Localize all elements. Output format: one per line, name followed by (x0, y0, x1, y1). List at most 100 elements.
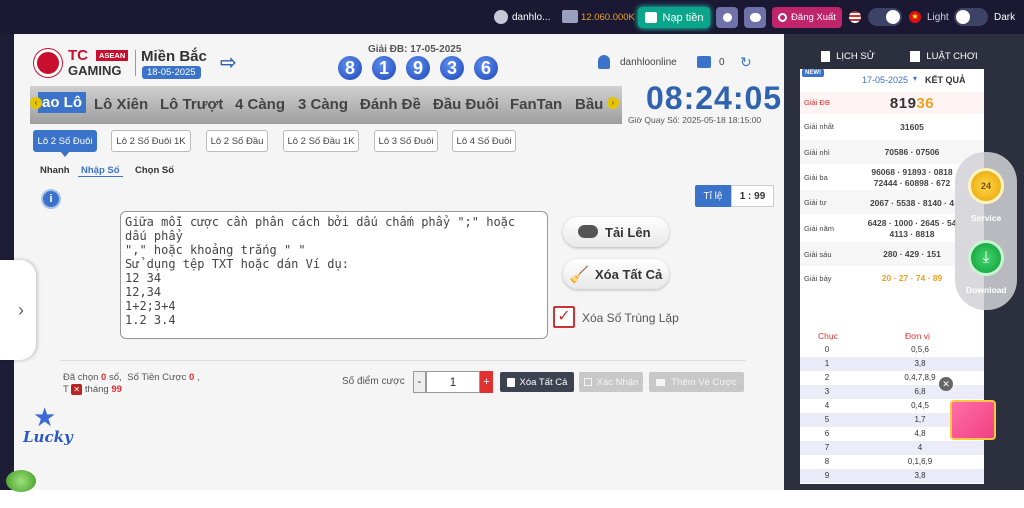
service-button[interactable]: 24 (968, 168, 1004, 204)
gift-box-icon[interactable] (950, 400, 996, 440)
chat-button[interactable] (744, 7, 766, 28)
donvi-value: 3,8 (914, 471, 926, 480)
clear-bets-label: Xóa Tất Cả (519, 376, 568, 388)
vn-flag-icon[interactable]: ★ (909, 11, 921, 23)
tabs-next-icon[interactable]: › (607, 97, 619, 109)
tab-danh-de[interactable]: Đánh Đề (360, 96, 421, 113)
chuc-row: 8 0,1,6,9 (800, 455, 984, 469)
tab-bau[interactable]: Bầu (575, 96, 603, 113)
download-button[interactable]: ⤓ (968, 240, 1004, 276)
add-ticket-label: Thêm Vé Cược (671, 376, 737, 388)
donvi-value: 4 (917, 443, 923, 452)
remove-dup-checkbox[interactable]: ✓ (553, 306, 575, 328)
mode-nhap-so[interactable]: Nhập Số (78, 165, 123, 177)
check-icon (583, 378, 592, 386)
mode-nhanh[interactable]: Nhanh (40, 165, 70, 176)
refresh-icon[interactable]: ↻ (740, 54, 752, 71)
upload-button[interactable]: Tải Lên (563, 217, 669, 247)
logo[interactable]: TC ASEAN GAMING (34, 47, 134, 79)
subtab-lo-2-so-dau[interactable]: Lô 2 Số Đầu (206, 130, 268, 152)
rules-tab[interactable]: LUẬT CHƠI (896, 44, 992, 68)
chosen-suffix: số, (108, 372, 122, 383)
user-avatar-icon[interactable] (494, 10, 508, 24)
prize-digit: 8 (338, 56, 362, 80)
donvi-header: Đơn vị (905, 331, 930, 341)
clear-all-button[interactable]: 🧹 Xóa Tất Cả (563, 259, 669, 289)
chuc-row: 0 0,5,6 (800, 343, 984, 357)
us-flag-icon[interactable] (849, 11, 861, 23)
close-badge-icon[interactable]: ✕ (71, 384, 83, 395)
subtab-lo-2-so-dau-1k[interactable]: Lô 2 Số Đầu 1K (283, 130, 359, 152)
confirm-label: Xác Nhận (596, 376, 639, 388)
history-tab[interactable]: LỊCH SỬ (800, 44, 896, 68)
tab-dau-duoi[interactable]: Đầu Đuôi (433, 96, 499, 113)
clear-bets-button[interactable]: Xóa Tất Cả (500, 372, 574, 392)
profile-button[interactable] (716, 7, 738, 28)
subtab-lo-3-so-duoi[interactable]: Lô 3 Số Đuôi (374, 130, 438, 152)
bet-prefix: Số Tiền Cược (127, 372, 187, 383)
tabs-prev-icon[interactable]: ‹ (30, 97, 42, 109)
chuc-value: 7 (824, 443, 830, 452)
history-label: LỊCH SỬ (836, 50, 875, 62)
sidebar-toggle[interactable]: › (0, 260, 36, 360)
tab-4-cang[interactable]: 4 Càng (235, 96, 285, 113)
user-icon (598, 55, 610, 69)
download-label: Download (966, 285, 1007, 295)
deposit-button[interactable]: Nạp tiền (638, 7, 710, 28)
chosen-prefix: Đã chọn (63, 372, 99, 383)
clock: 08:24:05 (646, 80, 783, 116)
win-mid: tháng (84, 384, 109, 395)
tab-fantan[interactable]: FanTan (510, 96, 562, 113)
prize-digit: 1 (372, 56, 396, 80)
trash-icon (506, 377, 515, 387)
language-toggle[interactable] (868, 8, 902, 26)
chuc-row: 3 6,8 (800, 385, 984, 399)
odds-value: 1 : 99 (731, 185, 774, 207)
result-row-nhi: Giải nhì 70586 · 07506 (800, 140, 984, 164)
lucky-game-logo[interactable]: ★ Lucky (21, 404, 75, 454)
number-input-area[interactable]: Giữa mỗi cược cần phân cách bởi dấu chấm… (120, 211, 548, 339)
bet-points-input[interactable]: 1 (426, 371, 480, 393)
plus-button[interactable]: + (480, 371, 493, 393)
results-date[interactable]: 17-05-2025 (862, 75, 908, 85)
draw-time: Giờ Quay Số: 2025-05-18 18:15:00 (628, 115, 762, 125)
switch-region-icon[interactable]: ⇨ (220, 53, 240, 73)
chuc-value: 9 (824, 471, 830, 480)
chuc-value: 0 (824, 345, 830, 354)
chevron-down-icon[interactable]: ▾ (913, 74, 917, 83)
tab-bao-lo[interactable]: ao Lô (38, 92, 86, 113)
tab-lo-truot[interactable]: Lô Trượt (160, 96, 223, 113)
theme-toggle[interactable] (954, 8, 988, 26)
minus-button[interactable]: - (413, 371, 426, 393)
subtab-lo-4-so-duoi[interactable]: Lô 4 Số Đuôi (452, 130, 516, 152)
confirm-button[interactable]: Xác Nhận (579, 372, 643, 392)
tab-3-cang[interactable]: 3 Càng (298, 96, 348, 113)
wallet-small-icon (697, 56, 711, 68)
info-icon[interactable]: i (41, 189, 61, 209)
subtab-lo-2-so-duoi[interactable]: Lô 2 Số Đuôi (33, 130, 97, 157)
chuc-row: 1 3,8 (800, 357, 984, 371)
mode-chon-so[interactable]: Chọn Số (135, 165, 174, 176)
chevron-right-icon: › (18, 300, 24, 320)
win-value: 99 (111, 384, 122, 395)
result-value: 81936 (889, 95, 935, 112)
divider (135, 50, 136, 76)
logout-label: Đăng Xuất (791, 12, 836, 23)
chuc-value: 4 (824, 401, 830, 410)
tab-lo-xien[interactable]: Lô Xiên (94, 96, 148, 113)
result-value: 31605 (900, 122, 924, 132)
book-icon (910, 50, 921, 62)
add-ticket-button[interactable]: Thêm Vé Cược (649, 372, 744, 392)
subtab-lo-2-so-duoi-1k[interactable]: Lô 2 Số Đuôi 1K (111, 130, 191, 152)
result-label: Giải ba (804, 173, 828, 182)
close-promo-icon[interactable]: ✕ (939, 377, 953, 391)
result-row-db: Giải ĐB 81936 (800, 92, 984, 114)
donvi-value: 0,5,6 (911, 345, 929, 354)
chuc-row: 2 0,4,7,8,9 (800, 371, 984, 385)
chuc-row: 9 3,8 (800, 469, 984, 483)
result-row-nhat: Giải nhất 31605 (800, 116, 984, 138)
donvi-value: 4,8 (914, 429, 926, 438)
result-label: Giải sáu (804, 250, 832, 259)
prize-label: Giải ĐB: 17-05-2025 (368, 44, 462, 55)
logout-button[interactable]: Đăng Xuất (772, 7, 842, 28)
